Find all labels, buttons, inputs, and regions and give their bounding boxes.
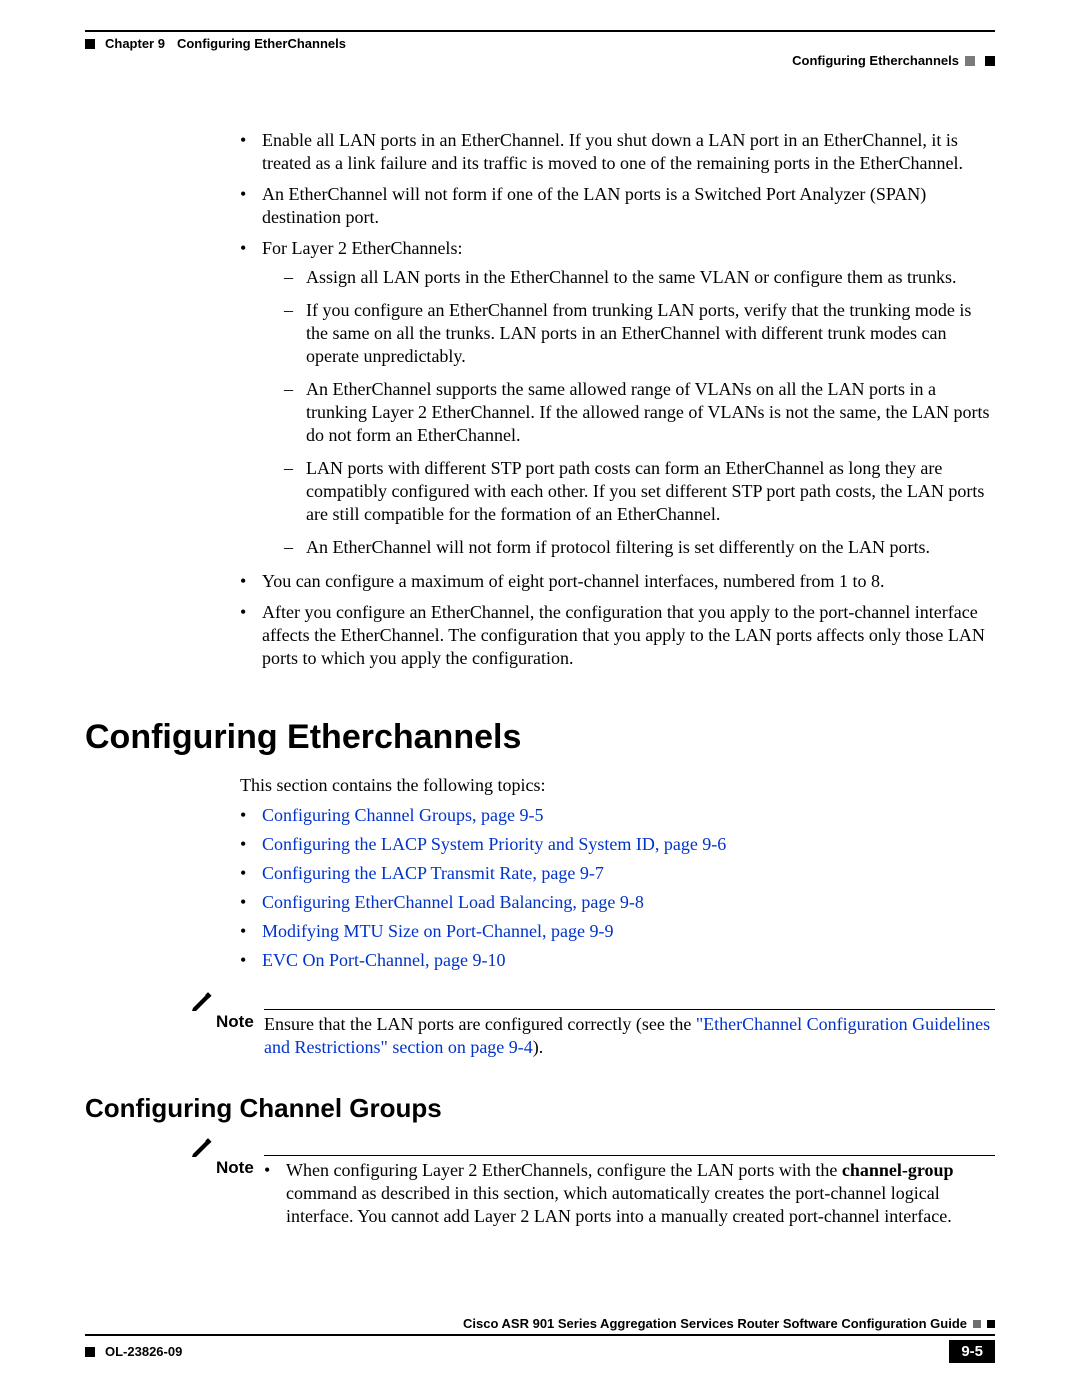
note-text-prefix: Ensure that the LAN ports are configured… xyxy=(264,1014,696,1034)
footer-bottom-row: OL-23826-09 9-5 xyxy=(85,1336,995,1363)
running-header: Chapter 9 Configuring EtherChannels xyxy=(85,32,995,53)
header-rule-top xyxy=(85,30,995,32)
note-callout: Note Ensure that the LAN ports are confi… xyxy=(85,990,995,1060)
xref-link[interactable]: Configuring Channel Groups, page 9-5 xyxy=(262,805,543,825)
page-footer: Cisco ASR 901 Series Aggregation Service… xyxy=(85,1316,995,1363)
list-item-text: For Layer 2 EtherChannels: xyxy=(262,238,462,258)
xref-link[interactable]: Modifying MTU Size on Port-Channel, page… xyxy=(262,921,613,941)
list-item: If you configure an EtherChannel from tr… xyxy=(284,299,995,368)
doc-id-text: OL-23826-09 xyxy=(105,1344,182,1359)
footer-doc-title: Cisco ASR 901 Series Aggregation Service… xyxy=(463,1316,967,1331)
list-item: An EtherChannel will not form if one of … xyxy=(240,183,995,229)
note-body: Ensure that the LAN ports are configured… xyxy=(264,1009,995,1060)
list-item: You can configure a maximum of eight por… xyxy=(240,570,995,593)
xref-link[interactable]: Configuring the LACP System Priority and… xyxy=(262,834,726,854)
xref-link[interactable]: EVC On Port-Channel, page 9-10 xyxy=(262,950,505,970)
note-callout: Note When configuring Layer 2 EtherChann… xyxy=(85,1136,995,1236)
xref-link[interactable]: Configuring EtherChannel Load Balancing,… xyxy=(262,892,644,912)
section-heading: Configuring Etherchannels xyxy=(85,718,995,757)
chapter-number: Chapter 9 xyxy=(105,36,165,51)
note-label: Note xyxy=(216,1136,264,1178)
page-content: Enable all LAN ports in an EtherChannel.… xyxy=(85,74,995,1237)
footer-doc-id: OL-23826-09 xyxy=(85,1344,182,1359)
chapter-title: Configuring EtherChannels xyxy=(177,36,346,51)
note-text-suffix: command as described in this section, wh… xyxy=(286,1183,952,1226)
list-item: An EtherChannel supports the same allowe… xyxy=(284,378,995,447)
list-item: Configuring Channel Groups, page 9-5 xyxy=(240,802,995,829)
list-item: EVC On Port-Channel, page 9-10 xyxy=(240,947,995,974)
list-item: Configuring EtherChannel Load Balancing,… xyxy=(240,889,995,916)
list-item: Assign all LAN ports in the EtherChannel… xyxy=(284,266,995,289)
list-item: When configuring Layer 2 EtherChannels, … xyxy=(264,1159,995,1228)
topic-link-list: Configuring Channel Groups, page 9-5 Con… xyxy=(85,802,995,974)
note-text-prefix: When configuring Layer 2 EtherChannels, … xyxy=(286,1160,842,1180)
footer-doc-title-row: Cisco ASR 901 Series Aggregation Service… xyxy=(85,1316,995,1334)
xref-link[interactable]: Configuring the LACP Transmit Rate, page… xyxy=(262,863,604,883)
pencil-icon xyxy=(190,1136,216,1158)
footer-marker-icon xyxy=(85,1347,95,1357)
header-marker-icon xyxy=(85,39,95,49)
note-label: Note xyxy=(216,990,264,1032)
list-item: Configuring the LACP System Priority and… xyxy=(240,831,995,858)
pencil-icon xyxy=(190,990,216,1012)
subsection-heading: Configuring Channel Groups xyxy=(85,1093,995,1124)
list-item: An EtherChannel will not form if protoco… xyxy=(284,536,995,559)
sub-bullet-list: Assign all LAN ports in the EtherChannel… xyxy=(262,266,995,559)
intro-paragraph: This section contains the following topi… xyxy=(85,775,995,796)
list-item: Configuring the LACP Transmit Rate, page… xyxy=(240,860,995,887)
running-header-sub: Configuring Etherchannels xyxy=(85,53,995,74)
bullet-list-top: Enable all LAN ports in an EtherChannel.… xyxy=(85,129,995,670)
header-accent-icon xyxy=(965,56,975,66)
page-number-badge: 9-5 xyxy=(949,1340,995,1363)
list-item: After you configure an EtherChannel, the… xyxy=(240,601,995,670)
note-body: When configuring Layer 2 EtherChannels, … xyxy=(264,1155,995,1236)
document-page: Chapter 9 Configuring EtherChannels Conf… xyxy=(0,0,1080,1397)
header-marker-icon xyxy=(985,56,995,66)
list-item: Modifying MTU Size on Port-Channel, page… xyxy=(240,918,995,945)
list-item: LAN ports with different STP port path c… xyxy=(284,457,995,526)
list-item: Enable all LAN ports in an EtherChannel.… xyxy=(240,129,995,175)
list-item: For Layer 2 EtherChannels: Assign all LA… xyxy=(240,237,995,559)
breadcrumb: Configuring Etherchannels xyxy=(792,53,959,68)
footer-accent-icon xyxy=(987,1320,995,1328)
footer-accent-icon xyxy=(973,1320,981,1328)
note-text-suffix: ). xyxy=(533,1037,544,1057)
command-keyword: channel-group xyxy=(842,1160,954,1180)
